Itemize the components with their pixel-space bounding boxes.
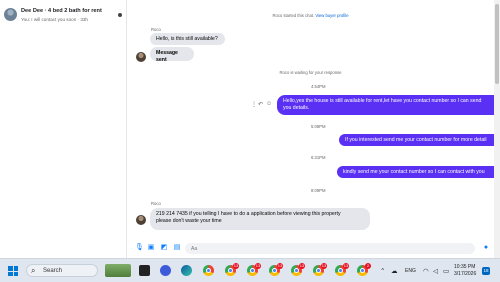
message-line: Hello,yes the house is still available f… <box>283 98 482 104</box>
sticker-icon[interactable]: ◩ <box>160 244 168 252</box>
timestamp: 8:09PM <box>311 188 326 193</box>
outgoing-message[interactable]: kindly send me your contact number so I … <box>337 166 494 178</box>
message-composer: 🎙 ▣ ◩ ▤ ● <box>127 240 494 258</box>
more-options-icon[interactable]: ⋮ <box>251 101 257 108</box>
language-indicator[interactable]: ENG <box>405 268 416 274</box>
react-icon[interactable]: ☺ <box>266 101 272 107</box>
badge: 13 <box>277 263 283 269</box>
message-input[interactable] <box>185 243 475 254</box>
timestamp: 6:31PM <box>311 155 326 160</box>
task-view-icon[interactable] <box>139 265 150 276</box>
badge: 13 <box>299 263 305 269</box>
message-actions: ⋮ ↶ ☺ <box>251 101 275 109</box>
avatar <box>4 8 17 21</box>
started-text: Roco started this chat. <box>272 13 315 18</box>
message-line: you details. <box>283 105 310 111</box>
badge: 13 <box>321 263 327 269</box>
chrome-icon[interactable] <box>203 265 214 276</box>
buyer-avatar <box>136 52 146 62</box>
scrollbar-thumb[interactable] <box>495 4 499 84</box>
edge-icon[interactable] <box>181 265 192 276</box>
timestamp: 4:54PM <box>311 84 326 89</box>
badge: 13 <box>233 263 239 269</box>
microphone-icon[interactable]: 🎙 <box>135 244 144 252</box>
chat-preview: You: I will contact you soon · 33h <box>21 17 88 22</box>
outgoing-message[interactable]: Hello,yes the house is still available f… <box>277 95 494 115</box>
chrome-icon[interactable]: 13 <box>247 263 261 276</box>
photo-icon[interactable]: ▣ <box>147 244 155 252</box>
app-icon[interactable] <box>160 265 171 276</box>
message-line: please don't waste your time <box>156 218 222 224</box>
chevron-up-icon[interactable]: ⌃ <box>380 267 385 275</box>
chrome-icon[interactable]: 13 <box>269 263 283 276</box>
reply-icon[interactable]: ↶ <box>258 101 263 108</box>
notification-count[interactable]: 18 <box>482 267 490 275</box>
chrome-icon[interactable]: 13 <box>291 263 305 276</box>
unread-dot-icon <box>118 13 122 17</box>
chrome-icon[interactable]: 13 <box>335 263 349 276</box>
chrome-icon[interactable]: 13 <box>313 263 327 276</box>
view-buyer-profile-link[interactable]: View buyer profile <box>315 13 348 18</box>
incoming-message[interactable]: Message sent <box>150 47 194 63</box>
conversation-pane: Roco started this chat. View buyer profi… <box>127 0 494 258</box>
chat-started-note: Roco started this chat. View buyer profi… <box>127 13 494 18</box>
incoming-message[interactable]: 219 214 7435 if you telling I have to do… <box>150 208 370 230</box>
scrollbar[interactable] <box>494 0 500 258</box>
message-line: 219 214 7435 if you telling I have to do… <box>156 211 341 217</box>
clock-time[interactable]: 10:35 PM <box>454 264 475 270</box>
search-label: Search <box>43 267 63 274</box>
cloud-icon[interactable]: ☁ <box>391 267 398 275</box>
taskbar-search[interactable]: ⌕ Search <box>26 264 98 277</box>
sender-name: Roco <box>151 201 161 206</box>
outgoing-message[interactable]: If you interested send me your contact n… <box>339 134 494 146</box>
incoming-message[interactable]: Hello, is this still available? <box>150 33 225 45</box>
wifi-icon[interactable]: ◠ <box>423 267 429 275</box>
sender-name: Roco <box>151 27 161 32</box>
volume-icon[interactable]: ◁ <box>433 267 438 275</box>
waiting-note: Roco is waiting for your response <box>279 70 342 75</box>
chat-title: Dee Dee · 4 bed 2 bath for rent <box>21 8 102 14</box>
buyer-avatar <box>136 215 146 225</box>
clock-date[interactable]: 3/17/2026 <box>454 271 476 277</box>
search-icon: ⌕ <box>31 266 36 275</box>
battery-icon[interactable]: ▭ <box>443 267 449 275</box>
chrome-icon[interactable]: 13 <box>225 263 239 276</box>
taskbar: ⌕ Search 13 13 13 13 13 13 2 ⌃ ☁ ENG ◠ ◁… <box>0 258 500 282</box>
chrome-icon[interactable]: 2 <box>357 263 371 276</box>
timestamp: 5:08PM <box>311 124 326 129</box>
windows-start-icon[interactable] <box>8 266 18 276</box>
badge: 13 <box>343 263 349 269</box>
gif-icon[interactable]: ▤ <box>173 244 181 252</box>
badge: 2 <box>365 263 371 269</box>
chat-list-item[interactable]: Dee Dee · 4 bed 2 bath for rent You: I w… <box>4 6 122 32</box>
like-icon[interactable]: ● <box>482 244 490 252</box>
widgets-icon[interactable] <box>105 264 131 277</box>
badge: 13 <box>255 263 261 269</box>
chat-sidebar: Dee Dee · 4 bed 2 bath for rent You: I w… <box>0 0 125 258</box>
